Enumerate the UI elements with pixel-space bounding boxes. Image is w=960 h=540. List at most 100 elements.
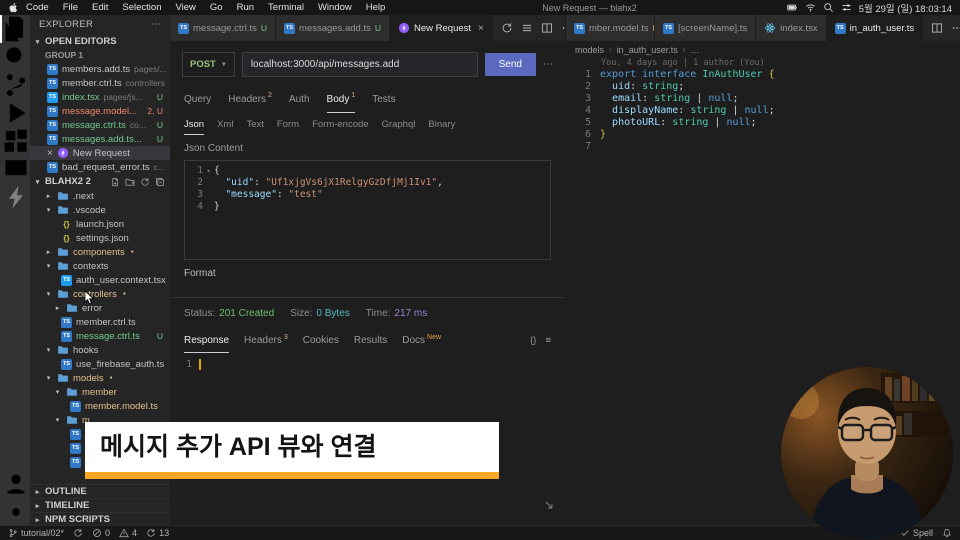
json-body-editor[interactable]: 1 ▾{2 "uid": "Uf1xjgVs6jX1RelgyGzDfjMj1Iv…	[184, 160, 551, 260]
menu-code[interactable]: Code	[19, 2, 56, 13]
tree-folder-next[interactable]: ▸ .next	[30, 189, 170, 203]
refresh-icon[interactable]	[140, 177, 150, 187]
new-folder-icon[interactable]	[125, 177, 135, 187]
tree-folder-error[interactable]: ▸ error	[30, 301, 170, 315]
list-icon[interactable]: ≡	[545, 335, 551, 346]
breadcrumb-item[interactable]: models	[575, 45, 604, 55]
tab-index-tsx[interactable]: index.tsx	[756, 15, 827, 41]
run-debug-icon[interactable]	[0, 99, 30, 127]
tree-file-message-ctrl-ts[interactable]: TS message.ctrl.ts U	[30, 329, 170, 343]
tree-file-settings-json[interactable]: {} settings.json	[30, 231, 170, 245]
open-editor-item[interactable]: TS member.ctrl.ts controllers	[30, 76, 170, 90]
tree-folder-vscode[interactable]: ▾ .vscode	[30, 203, 170, 217]
breadcrumb-item[interactable]: in_auth_user.ts	[617, 45, 678, 55]
tree-file-member-ctrl-ts[interactable]: TS member.ctrl.ts	[30, 315, 170, 329]
tree-folder-components[interactable]: ▸ components ●	[30, 245, 170, 259]
section-npm-scripts[interactable]: ▸ NPM SCRIPTS	[30, 512, 170, 526]
statusbar-item-error-icon[interactable]: 0	[92, 528, 110, 538]
tab-in-auth-user-ts[interactable]: TS in_auth_user.ts	[826, 15, 924, 41]
tab-auth[interactable]: Auth	[289, 86, 310, 113]
menu-window[interactable]: Window	[311, 2, 359, 13]
remote-icon[interactable]	[0, 155, 30, 183]
response-body[interactable]: 1	[170, 353, 565, 370]
tab-json[interactable]: Json	[184, 113, 204, 135]
settings-icon[interactable]	[0, 498, 30, 526]
tab-xml[interactable]: Xml	[217, 113, 233, 135]
tab-cookies[interactable]: Cookies	[303, 328, 339, 353]
statusbar-item-sync-icon[interactable]: 13	[146, 528, 169, 538]
menu-file[interactable]: File	[56, 2, 85, 13]
tab-binary[interactable]: Binary	[428, 113, 455, 135]
open-editor-item[interactable]: TS message.ctrl.ts co... U	[30, 118, 170, 132]
close-icon[interactable]: ×	[47, 148, 53, 159]
source-control-icon[interactable]	[0, 71, 30, 99]
tab-messages-add-ts[interactable]: TS messages.add.ts U	[276, 15, 390, 41]
send-button[interactable]: Send	[484, 53, 536, 76]
menu-go[interactable]: Go	[203, 2, 230, 13]
new-file-icon[interactable]	[110, 177, 120, 187]
explorer-icon[interactable]	[0, 15, 30, 43]
tab-response[interactable]: Response	[184, 328, 229, 353]
tab-query[interactable]: Query	[184, 86, 211, 113]
breadcrumb-item[interactable]: …	[690, 45, 699, 55]
menu-edit[interactable]: Edit	[85, 2, 115, 13]
url-input[interactable]: localhost:3000/api/messages.add	[241, 52, 478, 77]
tab-docs[interactable]: Docs New	[402, 328, 441, 353]
account-icon[interactable]	[0, 470, 30, 498]
tree-file-member-model-ts[interactable]: TS member.model.ts	[30, 399, 170, 413]
tree-file-launch-json[interactable]: {} launch.json	[30, 217, 170, 231]
split-editor-icon[interactable]	[931, 22, 943, 34]
resize-handle-icon[interactable]	[543, 499, 555, 511]
tab-text[interactable]: Text	[246, 113, 263, 135]
menu-view[interactable]: View	[169, 2, 203, 13]
method-select[interactable]: POST ▼	[182, 52, 235, 77]
search-icon[interactable]	[0, 43, 30, 71]
open-editors-header[interactable]: ▾ OPEN EDITORS	[30, 34, 170, 49]
menu-terminal[interactable]: Terminal	[261, 2, 311, 13]
apple-menu-icon[interactable]	[8, 2, 19, 13]
more-actions-icon[interactable]: ⋯	[151, 19, 161, 30]
tab-new-request[interactable]: New Request ×	[390, 15, 493, 41]
tab-mber-model-ts[interactable]: TSmber.model.tsM	[566, 15, 655, 41]
tab-form-encode[interactable]: Form-encode	[312, 113, 369, 135]
statusbar-item-bell-icon[interactable]	[942, 528, 952, 538]
braces-icon[interactable]: {}	[530, 335, 536, 346]
extensions-icon[interactable]	[0, 127, 30, 155]
tab-screenname-ts[interactable]: TS [screenName].ts	[655, 15, 757, 41]
statusbar-item-warning-icon[interactable]: 4	[119, 528, 137, 538]
list-icon[interactable]	[521, 22, 533, 34]
code-area[interactable]: 1 export interface InAuthUser {2 uid: str…	[565, 69, 960, 153]
open-editor-item[interactable]: TS index.tsx pages/[s... U	[30, 90, 170, 104]
statusbar-item-branch-icon[interactable]: tutorial/02*	[8, 528, 64, 538]
tab-tests[interactable]: Tests	[372, 86, 395, 113]
tree-folder-contexts[interactable]: ▾ contexts	[30, 259, 170, 273]
open-editor-item[interactable]: TS members.add.ts pages/...	[30, 62, 170, 76]
open-editor-item-new-request[interactable]: × New Request	[30, 146, 170, 160]
tree-folder-models[interactable]: ▾ models ●	[30, 371, 170, 385]
more-actions-icon[interactable]: ⋯	[543, 59, 553, 70]
more-actions-icon[interactable]	[951, 22, 960, 34]
statusbar-item-sync-icon[interactable]	[73, 528, 83, 538]
tree-file-auth-user-context-tsx[interactable]: TS auth_user.context.tsx	[30, 273, 170, 287]
open-editor-item[interactable]: TS messages.add.ts... U	[30, 132, 170, 146]
menu-help[interactable]: Help	[359, 2, 393, 13]
tree-folder-member[interactable]: ▾ member	[30, 385, 170, 399]
tab-form[interactable]: Form	[277, 113, 299, 135]
section-timeline[interactable]: ▸ TIMELINE	[30, 498, 170, 512]
split-editor-icon[interactable]	[541, 22, 553, 34]
tab-graphql[interactable]: Graphql	[382, 113, 416, 135]
tree-folder-controllers[interactable]: ▾ controllers ●	[30, 287, 170, 301]
tree-file-use-firebase-auth-ts[interactable]: TS use_firebase_auth.ts	[30, 357, 170, 371]
collapse-all-icon[interactable]	[155, 177, 165, 187]
tab-results[interactable]: Results	[354, 328, 387, 353]
tab-headers[interactable]: Headers 2	[228, 86, 272, 113]
open-editor-item[interactable]: TS bad_request_error.ts c...	[30, 160, 170, 174]
thunder-client-icon[interactable]	[0, 183, 30, 211]
section-outline[interactable]: ▸ OUTLINE	[30, 484, 170, 498]
workspace-header[interactable]: ▾ BLAHX2 2	[30, 174, 170, 189]
menu-run[interactable]: Run	[230, 2, 261, 13]
menu-selection[interactable]: Selection	[115, 2, 168, 13]
tab-headers[interactable]: Headers 3	[244, 328, 288, 353]
close-icon[interactable]: ×	[478, 23, 484, 34]
breadcrumb[interactable]: models › in_auth_user.ts ›…	[565, 41, 960, 58]
